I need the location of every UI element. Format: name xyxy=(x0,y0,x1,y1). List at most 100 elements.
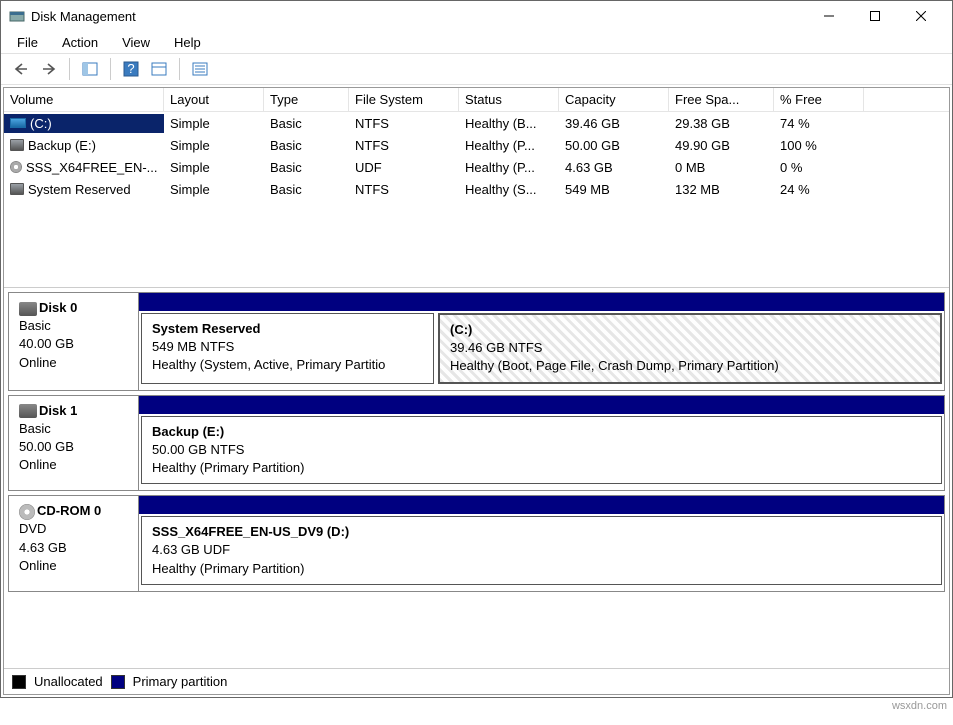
partition-block[interactable]: SSS_X64FREE_EN-US_DV9 (D:)4.63 GB UDFHea… xyxy=(141,516,942,585)
legend-swatch-unallocated xyxy=(12,675,26,689)
disk-color-bar xyxy=(139,293,944,311)
show-hide-console-tree-button[interactable] xyxy=(78,57,102,81)
disk-color-bar xyxy=(139,396,944,414)
volume-type-cell: Basic xyxy=(264,114,349,133)
volume-icon xyxy=(10,183,24,195)
list-view-button[interactable] xyxy=(188,57,212,81)
volume-layout-cell: Simple xyxy=(164,158,264,177)
maximize-button[interactable] xyxy=(852,1,898,31)
toolbar: ? xyxy=(1,53,952,85)
volume-row[interactable]: Backup (E:)SimpleBasicNTFSHealthy (P...5… xyxy=(4,134,949,156)
volume-type-cell: Basic xyxy=(264,158,349,177)
volume-fs-cell: NTFS xyxy=(349,136,459,155)
properties-button[interactable] xyxy=(147,57,171,81)
volume-type-cell: Basic xyxy=(264,136,349,155)
disk-row: Disk 1Basic50.00 GBOnlineBackup (E:)50.0… xyxy=(8,395,945,492)
partition-status: Healthy (System, Active, Primary Partiti… xyxy=(152,357,385,372)
disk-row: Disk 0Basic40.00 GBOnlineSystem Reserved… xyxy=(8,292,945,391)
volume-name-cell: SSS_X64FREE_EN-... xyxy=(4,158,164,177)
col-filesystem[interactable]: File System xyxy=(349,88,459,111)
disk-state: Online xyxy=(19,457,57,472)
volume-fs-cell: UDF xyxy=(349,158,459,177)
volume-type-cell: Basic xyxy=(264,180,349,199)
disk-kind: DVD xyxy=(19,521,46,536)
help-button[interactable]: ? xyxy=(119,57,143,81)
disk-state: Online xyxy=(19,355,57,370)
toolbar-separator xyxy=(179,58,180,80)
partition-size: 39.46 GB NTFS xyxy=(450,340,542,355)
volume-icon xyxy=(10,118,26,128)
partition-size: 4.63 GB UDF xyxy=(152,542,230,557)
volume-fs-cell: NTFS xyxy=(349,114,459,133)
menu-action[interactable]: Action xyxy=(54,33,106,52)
col-percent-free[interactable]: % Free xyxy=(774,88,864,111)
col-capacity[interactable]: Capacity xyxy=(559,88,669,111)
close-button[interactable] xyxy=(898,1,944,31)
menu-file[interactable]: File xyxy=(9,33,46,52)
partition-status: Healthy (Primary Partition) xyxy=(152,561,304,576)
partition-block[interactable]: Backup (E:)50.00 GB NTFSHealthy (Primary… xyxy=(141,416,942,485)
volume-name-cell: System Reserved xyxy=(4,180,164,199)
volume-pct-cell: 0 % xyxy=(774,158,864,177)
partition-size: 549 MB NTFS xyxy=(152,339,234,354)
forward-button[interactable] xyxy=(37,57,61,81)
back-button[interactable] xyxy=(9,57,33,81)
col-status[interactable]: Status xyxy=(459,88,559,111)
optical-disk-icon xyxy=(19,504,35,520)
partition-title: System Reserved xyxy=(152,321,260,336)
svg-text:?: ? xyxy=(127,61,134,76)
volume-capacity-cell: 4.63 GB xyxy=(559,158,669,177)
minimize-button[interactable] xyxy=(806,1,852,31)
volume-row[interactable]: System ReservedSimpleBasicNTFSHealthy (S… xyxy=(4,178,949,200)
legend-swatch-primary xyxy=(111,675,125,689)
volume-list[interactable]: Volume Layout Type File System Status Ca… xyxy=(4,88,949,288)
volume-free-cell: 132 MB xyxy=(669,180,774,199)
col-volume[interactable]: Volume xyxy=(4,88,164,111)
disk-row: CD-ROM 0DVD4.63 GBOnlineSSS_X64FREE_EN-U… xyxy=(8,495,945,592)
partition-block[interactable]: (C:)39.46 GB NTFSHealthy (Boot, Page Fil… xyxy=(438,313,942,384)
menu-view[interactable]: View xyxy=(114,33,158,52)
volume-pct-cell: 100 % xyxy=(774,136,864,155)
volume-capacity-cell: 50.00 GB xyxy=(559,136,669,155)
partition-block[interactable]: System Reserved 549 MB NTFS Healthy (Syste… xyxy=(141,313,434,384)
disk-label-panel[interactable]: CD-ROM 0DVD4.63 GBOnline xyxy=(9,496,139,591)
toolbar-separator xyxy=(69,58,70,80)
titlebar: Disk Management xyxy=(1,1,952,31)
disk-color-bar xyxy=(139,496,944,514)
col-free-space[interactable]: Free Spa... xyxy=(669,88,774,111)
disk-management-icon xyxy=(9,8,25,24)
disk-size: 4.63 GB xyxy=(19,540,67,555)
volume-layout-cell: Simple xyxy=(164,180,264,199)
volume-status-cell: Healthy (P... xyxy=(459,158,559,177)
disk-state: Online xyxy=(19,558,57,573)
volume-status-cell: Healthy (P... xyxy=(459,136,559,155)
volume-status-cell: Healthy (S... xyxy=(459,180,559,199)
disk-graphical-view[interactable]: Disk 0Basic40.00 GBOnlineSystem Reserved… xyxy=(4,288,949,668)
volume-free-cell: 49.90 GB xyxy=(669,136,774,155)
volume-fs-cell: NTFS xyxy=(349,180,459,199)
volume-name-cell: Backup (E:) xyxy=(4,136,164,155)
menubar: File Action View Help xyxy=(1,31,952,53)
disk-name: Disk 1 xyxy=(39,403,77,418)
volume-list-header: Volume Layout Type File System Status Ca… xyxy=(4,88,949,112)
disk-label-panel[interactable]: Disk 0Basic40.00 GBOnline xyxy=(9,293,139,390)
disk-size: 50.00 GB xyxy=(19,439,74,454)
volume-row[interactable]: SSS_X64FREE_EN-...SimpleBasicUDFHealthy … xyxy=(4,156,949,178)
volume-row[interactable]: (C:)SimpleBasicNTFSHealthy (B...39.46 GB… xyxy=(4,112,949,134)
volume-pct-cell: 74 % xyxy=(774,114,864,133)
volume-capacity-cell: 549 MB xyxy=(559,180,669,199)
col-type[interactable]: Type xyxy=(264,88,349,111)
disk-size: 40.00 GB xyxy=(19,336,74,351)
volume-name-cell: (C:) xyxy=(4,114,164,133)
volume-layout-cell: Simple xyxy=(164,136,264,155)
disk-partitions-area: System Reserved 549 MB NTFS Healthy (Syste… xyxy=(139,293,944,390)
partition-size: 50.00 GB NTFS xyxy=(152,442,244,457)
disk-partitions-area: Backup (E:)50.00 GB NTFSHealthy (Primary… xyxy=(139,396,944,491)
partition-title: (C:) xyxy=(450,322,472,337)
legend-label-unallocated: Unallocated xyxy=(34,674,103,689)
col-layout[interactable]: Layout xyxy=(164,88,264,111)
disk-label-panel[interactable]: Disk 1Basic50.00 GBOnline xyxy=(9,396,139,491)
menu-help[interactable]: Help xyxy=(166,33,209,52)
volume-capacity-cell: 39.46 GB xyxy=(559,114,669,133)
window-title: Disk Management xyxy=(31,9,806,24)
